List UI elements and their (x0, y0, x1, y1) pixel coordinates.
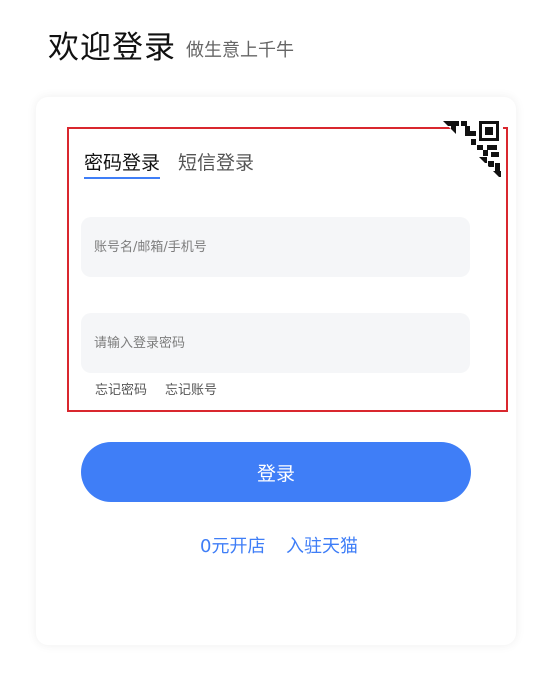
login-button[interactable]: 登录 (81, 442, 471, 502)
open-shop-link[interactable]: 0元开店 (200, 535, 265, 559)
tab-sms-login[interactable]: 短信登录 (178, 150, 254, 176)
page-subtitle: 做生意上千牛 (186, 40, 294, 61)
password-input[interactable] (81, 313, 470, 373)
forgot-password-link[interactable]: 忘记密码 (95, 382, 147, 400)
account-input[interactable] (81, 217, 470, 277)
forgot-account-link[interactable]: 忘记账号 (165, 382, 217, 400)
login-page: 欢迎登录 做生意上千牛 密码登录 短信登录 账号名/邮箱/手机号 忘记密码 忘记… (0, 0, 545, 674)
page-title: 欢迎登录 (48, 30, 176, 66)
join-tmall-link[interactable]: 入驻天猫 (286, 535, 358, 559)
tab-password-login[interactable]: 密码登录 (84, 150, 161, 179)
